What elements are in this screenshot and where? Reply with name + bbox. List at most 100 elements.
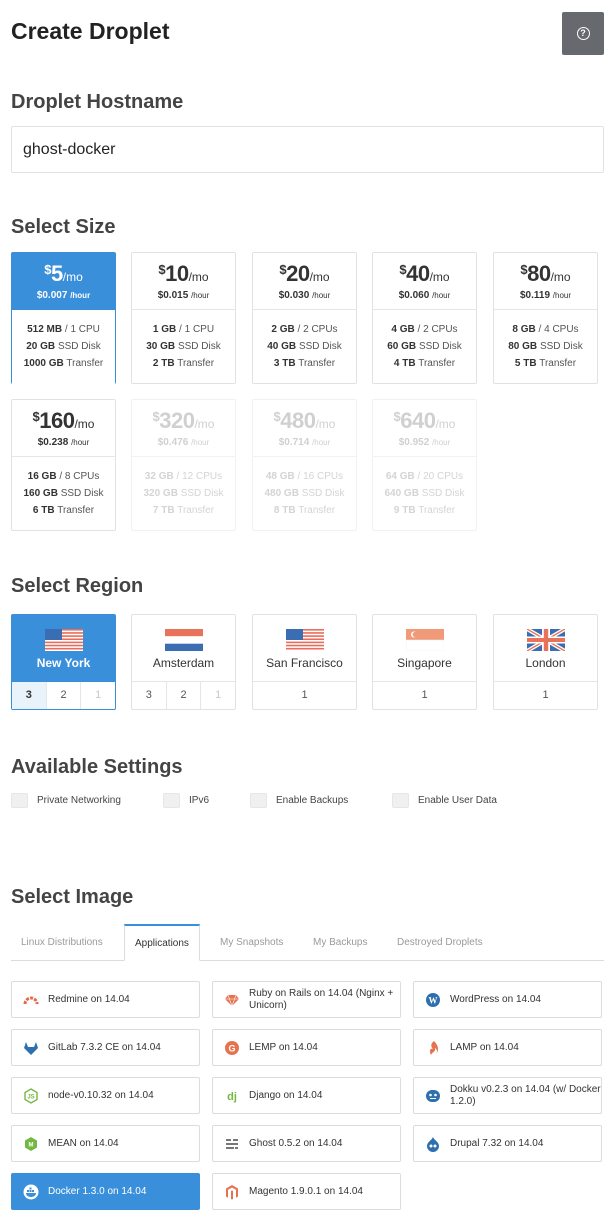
spec-transfer-label: Transfer [177,358,215,369]
hourly-amount: $0.007 [36,290,68,301]
size-specs: 512 MB / 1 CPU 20 GB SSD Disk 1000 GB Tran… [12,310,115,384]
spec-disk-label: SSD Disk [539,341,583,352]
size-option-40[interactable]: $40/mo $0.060 /hour 4 GB / 2 CPUs 60 GB SSD… [372,252,477,384]
region-option-new-york[interactable]: New York 3 2 1 [11,614,116,710]
region-name: Singapore [397,656,452,670]
datacenter-option[interactable]: 1 [200,682,235,709]
app-option[interactable]: W WordPress on 14.04 [413,981,602,1018]
size-option-5[interactable]: $5/mo $0.007 /hour 512 MB / 1 CPU 20 GB SSD… [11,252,116,384]
setting-private-networking[interactable]: Private Networking [11,793,121,808]
app-option[interactable]: Ghost 0.5.2 on 14.04 [212,1125,401,1162]
page-title: Create Droplet [11,18,170,44]
spec-ram: 2 GB [271,324,295,335]
nl-flag-icon [132,629,235,651]
hourly-unit: /hour [70,291,91,300]
setting-ipv6[interactable]: IPv6 [163,793,209,808]
datacenter-option[interactable]: 2 [165,682,201,709]
checkbox[interactable] [392,793,409,808]
tab-my-snapshots[interactable]: My Snapshots [210,925,293,961]
spec-ram: 16 GB [27,471,57,482]
app-option[interactable]: G LEMP on 14.04 [212,1029,401,1066]
help-button[interactable]: ? [562,12,604,55]
app-label: LEMP on 14.04 [249,1041,318,1053]
hourly-price: $0.030 /hour [253,290,356,301]
region-option-singapore[interactable]: Singapore 1 [372,614,477,710]
app-label: Redmine on 14.04 [48,993,130,1005]
tab-my-backups[interactable]: My Backups [303,925,377,961]
setting-enable-backups[interactable]: Enable Backups [250,793,348,808]
spec-cpu: / 1 CPU [64,324,100,335]
app-label: Ghost 0.5.2 on 14.04 [249,1137,343,1149]
tab-linux-distributions[interactable]: Linux Distributions [11,925,113,961]
app-option[interactable]: LAMP on 14.04 [413,1029,602,1066]
spec-transfer-label: Transfer [298,505,336,516]
datacenter-list: 1 [373,682,476,709]
size-price-block: $80/mo $0.119 /hour [494,253,597,310]
price-period: /mo [435,417,456,431]
monthly-price: $40/mo [373,262,476,289]
size-specs: 64 GB / 20 CPUs 640 GB SSD Disk 9 TB Trans… [373,457,476,519]
size-option-80[interactable]: $80/mo $0.119 /hour 8 GB / 4 CPUs 80 GB SSD… [493,252,598,384]
app-option[interactable]: GitLab 7.3.2 CE on 14.04 [11,1029,200,1066]
size-section-title: Select Size [11,216,116,238]
region-name: San Francisco [266,656,343,670]
spec-transfer-label: Transfer [418,358,456,369]
spec-cpu: / 2 CPUs [297,324,338,335]
price-amount: 80 [527,261,551,286]
size-specs: 2 GB / 2 CPUs 40 GB SSD Disk 3 TB Transfer [253,310,356,372]
price-amount: 40 [406,261,430,286]
datacenter-option[interactable]: 1 [253,682,356,709]
tab-applications[interactable]: Applications [124,924,200,961]
datacenter-option[interactable]: 1 [494,682,597,709]
size-option-10[interactable]: $10/mo $0.015 /hour 1 GB / 1 CPU 30 GB SSD … [131,252,236,384]
spec-transfer: 2 TB Transfer [132,355,235,372]
app-option[interactable]: Dokku v0.2.3 on 14.04 (w/ Docker 1.2.0) [413,1077,602,1114]
hostname-input[interactable] [11,126,604,173]
spec-transfer-amount: 9 TB [393,505,416,516]
datacenter-option[interactable]: 1 [80,682,115,709]
app-option[interactable]: Drupal 7.32 on 14.04 [413,1125,602,1162]
app-option[interactable]: M MEAN on 14.04 [11,1125,200,1162]
region-option-san-francisco[interactable]: San Francisco 1 [252,614,357,710]
drupal-icon [425,1136,441,1152]
app-option[interactable]: Magento 1.9.0.1 on 14.04 [212,1173,401,1210]
size-price-block: $160/mo $0.238 /hour [12,400,115,457]
lamp-icon [425,1040,441,1056]
price-amount: 20 [286,261,310,286]
app-option[interactable]: Docker 1.3.0 on 14.04 [11,1173,200,1210]
checkbox[interactable] [11,793,28,808]
region-name: London [525,656,566,670]
size-option-20[interactable]: $20/mo $0.030 /hour 2 GB / 2 CPUs 40 GB SSD… [252,252,357,384]
datacenter-option[interactable]: 2 [45,682,81,709]
datacenter-list: 321 [12,682,115,709]
price-amount: 480 [280,408,316,433]
app-option[interactable]: Ruby on Rails on 14.04 (Nginx + Unicorn) [212,981,401,1018]
setting-enable-user-data[interactable]: Enable User Data [392,793,497,808]
checkbox[interactable] [163,793,180,808]
monthly-price: $640/mo [373,409,476,436]
spec-transfer: 1000 GB Transfer [12,355,115,372]
hourly-price: $0.060 /hour [373,290,476,301]
app-option[interactable]: Redmine on 14.04 [11,981,200,1018]
size-option-160[interactable]: $160/mo $0.238 /hour 16 GB / 8 CPUs 160 GB … [11,399,116,531]
spec-transfer-amount: 4 TB [393,358,416,369]
region-option-amsterdam[interactable]: Amsterdam 3 2 1 [131,614,236,710]
sg-flag-icon [373,629,476,651]
datacenter-option[interactable]: 3 [12,682,46,709]
hourly-amount: $0.030 [278,290,310,301]
region-name: New York [36,656,91,670]
us-flag-icon [12,629,115,651]
region-option-london[interactable]: London 1 [493,614,598,710]
monthly-price: $80/mo [494,262,597,289]
app-option[interactable]: dj Django on 14.04 [212,1077,401,1114]
datacenter-option[interactable]: 1 [373,682,476,709]
nodejs-icon: JS [23,1087,39,1104]
spec-disk-label: SSD Disk [298,341,342,352]
datacenter-option[interactable]: 3 [132,682,166,709]
tab-destroyed-droplets[interactable]: Destroyed Droplets [387,925,493,961]
svg-text:M: M [29,1142,34,1148]
monthly-price: $480/mo [253,409,356,436]
app-option[interactable]: JS node-v0.10.32 on 14.04 [11,1077,200,1114]
checkbox[interactable] [250,793,267,808]
settings-section-title: Available Settings [11,756,183,778]
